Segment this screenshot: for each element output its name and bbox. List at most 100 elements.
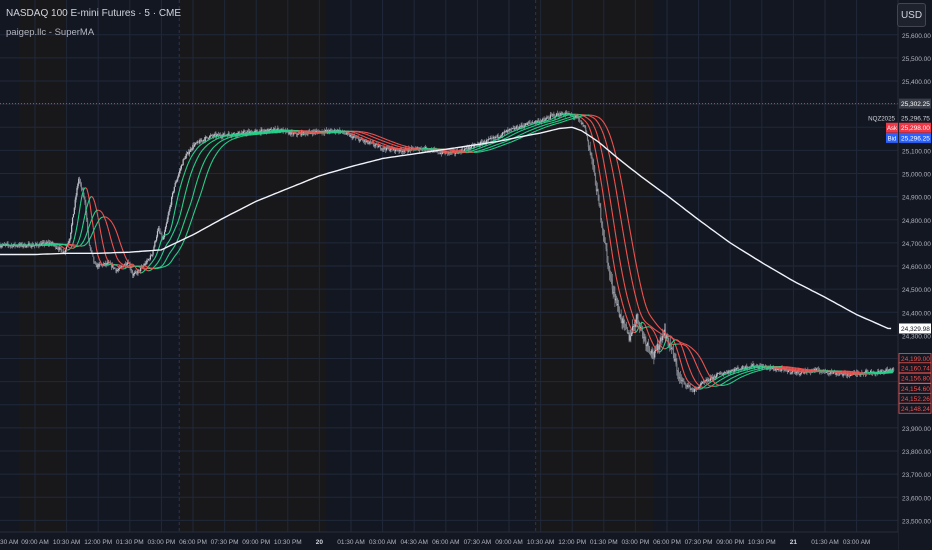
super-ma-segment — [502, 135, 505, 138]
super-ma-segment — [560, 119, 563, 121]
super-ma-segment — [549, 118, 552, 121]
super-ma-segment — [506, 139, 509, 142]
candle-body — [173, 186, 175, 192]
super-ma-segment — [508, 141, 511, 144]
super-ma-segment — [213, 139, 216, 142]
super-ma-segment — [726, 383, 729, 386]
super-ma-segment — [233, 137, 236, 140]
candle-body — [176, 179, 178, 183]
super-ma-segment — [516, 128, 519, 131]
super-ma-segment — [527, 130, 530, 132]
super-ma-segment — [540, 125, 543, 128]
candle-body — [179, 168, 182, 171]
indicator-label[interactable]: paigep.llc - SuperMA — [6, 26, 181, 39]
super-ma-segment — [222, 138, 225, 141]
last-price-text: 25,296.75 — [901, 116, 930, 123]
candle-body — [601, 225, 604, 230]
candle-body — [83, 195, 85, 198]
super-ma-segment — [495, 146, 498, 149]
super-ma-segment — [529, 126, 532, 129]
candle-body — [609, 266, 611, 275]
super-ma-segment — [567, 117, 569, 119]
super-ma-segment — [502, 144, 505, 146]
candle-body — [625, 325, 628, 329]
super-ma-segment — [548, 125, 551, 127]
x-tick-label: 01:30 AM — [811, 539, 838, 546]
x-tick-label: 06:00 PM — [179, 539, 207, 546]
super-ma-segment — [478, 147, 481, 150]
super-ma-segment — [364, 133, 367, 135]
candle-body — [604, 241, 606, 243]
super-ma-segment — [386, 141, 389, 144]
super-ma-segment — [532, 131, 535, 134]
super-ma-segment — [369, 140, 372, 143]
super-ma-segment — [360, 137, 363, 139]
super-ma-segment — [683, 343, 686, 345]
candle-body — [178, 173, 180, 177]
super-ma-segment — [726, 375, 729, 378]
super-ma-segment — [369, 138, 372, 141]
super-ma-segment — [385, 141, 388, 144]
super-ma-segment — [497, 143, 500, 145]
candle-body — [73, 207, 75, 214]
super-ma-segment — [505, 143, 508, 145]
candle-body — [610, 278, 612, 280]
super-ma-segment — [669, 336, 672, 339]
super-ma-segment — [393, 141, 396, 144]
super-ma-segment — [514, 139, 517, 141]
candle-body — [623, 318, 625, 321]
super-ma-segment — [224, 138, 227, 140]
candle-body — [652, 350, 654, 356]
super-ma-segment — [494, 147, 497, 149]
super-ma-segment — [680, 341, 683, 344]
super-ma-segment — [568, 116, 571, 119]
super-ma-segment — [374, 142, 377, 145]
super-ma-segment — [348, 132, 351, 135]
super-ma-segment — [380, 136, 383, 139]
candle-body — [172, 191, 175, 194]
super-ma-segment — [747, 373, 750, 375]
super-ma-segment — [511, 130, 514, 133]
candle-body — [365, 141, 367, 143]
super-ma-segment — [473, 149, 476, 151]
super-ma-segment — [497, 145, 500, 148]
super-ma-segment — [527, 127, 530, 129]
candle-body — [179, 170, 181, 174]
super-ma-segment — [355, 135, 358, 137]
super-ma-segment — [737, 374, 740, 376]
super-ma-segment — [382, 140, 385, 142]
super-ma-segment — [142, 266, 144, 269]
candle-body — [204, 137, 206, 141]
candle-body — [87, 230, 90, 239]
candle-body — [790, 372, 792, 374]
currency-button[interactable]: USD — [897, 3, 926, 27]
order-tag-text: Bid — [888, 136, 897, 142]
super-ma-segment — [533, 124, 536, 127]
super-ma-segment — [538, 123, 541, 125]
super-ma-segment — [489, 143, 492, 145]
order-price-text: 25,298.00 — [901, 125, 930, 132]
super-ma-segment — [508, 135, 511, 138]
candle-body — [147, 260, 149, 261]
candle-body — [787, 370, 789, 373]
super-ma-segment — [123, 265, 125, 268]
price-chart[interactable]: 25,600.0025,500.0025,400.0025,300.0025,2… — [0, 0, 932, 550]
y-tick-label: 25,600.00 — [902, 33, 931, 40]
candle-body — [600, 207, 602, 220]
super-ma-segment — [472, 149, 475, 152]
x-tick-label: 09:00 AM — [495, 539, 522, 546]
super-ma-segment — [503, 143, 506, 146]
super-ma-segment — [540, 128, 543, 130]
super-ma-segment — [554, 116, 557, 118]
candle-body — [155, 240, 157, 242]
super-ma-segment — [70, 244, 73, 247]
super-ma-segment — [363, 138, 366, 141]
candle-body — [545, 118, 547, 120]
x-tick-label: 30 AM — [0, 539, 18, 546]
candle-body — [611, 279, 613, 289]
super-ma-segment — [570, 116, 573, 118]
super-ma-segment — [383, 140, 386, 143]
candle-body — [177, 176, 179, 180]
super-ma-segment — [358, 136, 361, 139]
symbol-title[interactable]: NASDAQ 100 E-mini Futures · 5 · CME — [6, 7, 181, 20]
